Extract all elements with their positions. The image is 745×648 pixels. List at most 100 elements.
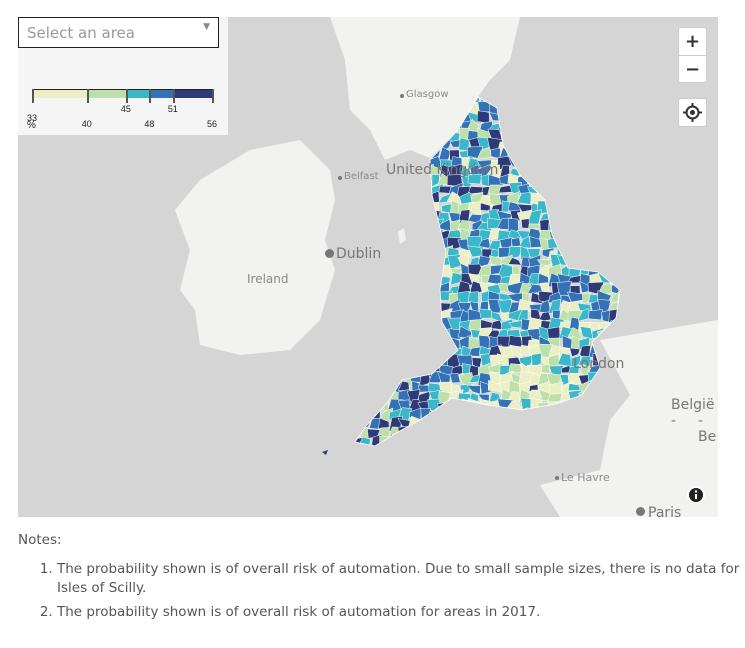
area-region[interactable] — [432, 335, 443, 349]
area-region[interactable] — [606, 110, 620, 125]
area-region[interactable] — [541, 437, 551, 448]
area-region[interactable] — [619, 128, 632, 142]
area-region[interactable] — [386, 443, 402, 458]
area-region[interactable] — [370, 343, 385, 359]
area-region[interactable] — [539, 408, 553, 421]
area-region[interactable] — [539, 95, 554, 107]
area-region[interactable] — [539, 113, 553, 126]
area-region[interactable] — [548, 429, 560, 438]
area-region[interactable] — [598, 210, 614, 224]
area-region[interactable] — [577, 426, 592, 441]
area-region[interactable] — [407, 309, 421, 321]
area-region[interactable] — [576, 137, 593, 153]
area-region[interactable] — [387, 255, 405, 270]
area-region[interactable] — [598, 193, 613, 207]
area-region[interactable] — [618, 194, 629, 207]
area-region[interactable] — [581, 220, 592, 234]
area-region[interactable] — [406, 204, 425, 214]
area-region[interactable] — [387, 311, 405, 324]
area-region[interactable] — [556, 130, 574, 145]
area-region[interactable] — [621, 219, 630, 232]
area-region[interactable] — [520, 430, 530, 440]
area-region[interactable] — [427, 237, 442, 251]
area-region[interactable] — [529, 435, 542, 449]
area-region[interactable] — [416, 214, 433, 223]
area-region[interactable] — [527, 444, 542, 456]
area-region[interactable] — [527, 408, 543, 422]
area-region[interactable] — [381, 273, 392, 288]
area-region[interactable] — [556, 443, 574, 456]
area-region[interactable] — [407, 293, 424, 304]
area-region[interactable] — [571, 397, 585, 412]
area-region[interactable] — [576, 438, 593, 447]
area-region[interactable] — [619, 320, 634, 329]
area-region[interactable] — [558, 139, 575, 153]
area-region[interactable] — [367, 298, 380, 315]
area-region[interactable] — [541, 177, 554, 186]
area-region[interactable] — [366, 227, 384, 243]
area-region[interactable] — [431, 307, 442, 322]
area-region[interactable] — [566, 407, 581, 422]
zoom-in-button[interactable]: + — [679, 28, 706, 56]
area-region[interactable] — [548, 434, 563, 449]
area-region[interactable] — [380, 363, 392, 378]
area-region[interactable] — [588, 427, 600, 438]
area-region[interactable] — [536, 166, 554, 180]
area-region[interactable] — [567, 254, 584, 268]
area-region[interactable] — [547, 183, 565, 197]
area-region[interactable] — [477, 447, 493, 458]
area-region[interactable] — [349, 362, 360, 378]
area-region[interactable] — [348, 228, 364, 243]
area-region[interactable] — [360, 157, 369, 168]
area-region[interactable] — [367, 329, 382, 342]
area-region[interactable] — [417, 193, 433, 206]
area-region[interactable] — [388, 325, 403, 342]
area-region[interactable] — [597, 246, 611, 260]
area-region[interactable] — [508, 433, 523, 448]
area-region[interactable] — [577, 203, 594, 214]
area-region[interactable] — [378, 281, 394, 298]
area-region[interactable] — [589, 140, 601, 152]
area-region[interactable] — [569, 115, 583, 126]
area-region[interactable] — [567, 210, 584, 226]
area-region[interactable] — [378, 326, 394, 342]
area-region[interactable] — [388, 272, 402, 286]
area-region[interactable] — [516, 437, 534, 449]
area-region[interactable] — [387, 248, 403, 260]
area-region[interactable] — [397, 245, 411, 260]
area-region[interactable] — [618, 271, 630, 286]
area-region[interactable] — [588, 309, 603, 321]
area-region[interactable] — [347, 409, 363, 423]
area-region[interactable] — [528, 429, 543, 440]
area-region[interactable] — [518, 120, 530, 131]
area-region[interactable] — [598, 373, 612, 385]
area-region[interactable] — [419, 219, 435, 234]
area-region[interactable] — [518, 100, 531, 114]
area-region[interactable] — [597, 399, 613, 414]
area-region[interactable] — [410, 229, 422, 243]
area-region[interactable] — [588, 392, 603, 403]
area-region[interactable] — [587, 209, 604, 223]
area-region[interactable] — [546, 443, 563, 457]
area-region[interactable] — [379, 192, 391, 202]
area-region[interactable] — [586, 120, 605, 131]
area-region[interactable] — [347, 308, 362, 324]
area-region[interactable] — [537, 137, 554, 153]
locate-button[interactable] — [678, 98, 707, 127]
area-region[interactable] — [438, 443, 452, 459]
area-region[interactable] — [389, 371, 400, 387]
area-region[interactable] — [607, 191, 620, 207]
area-region[interactable] — [609, 129, 623, 145]
area-region[interactable] — [388, 344, 401, 360]
area-region[interactable] — [491, 409, 505, 421]
area-region[interactable] — [367, 312, 382, 323]
area-region[interactable] — [547, 131, 561, 141]
area-region[interactable] — [380, 258, 394, 271]
area-region[interactable] — [607, 183, 620, 195]
area-region[interactable] — [357, 328, 374, 342]
area-region[interactable] — [520, 446, 532, 456]
area-region[interactable] — [547, 104, 562, 116]
area-region[interactable] — [580, 398, 594, 414]
area-region[interactable] — [417, 348, 435, 359]
area-region[interactable] — [388, 366, 400, 378]
